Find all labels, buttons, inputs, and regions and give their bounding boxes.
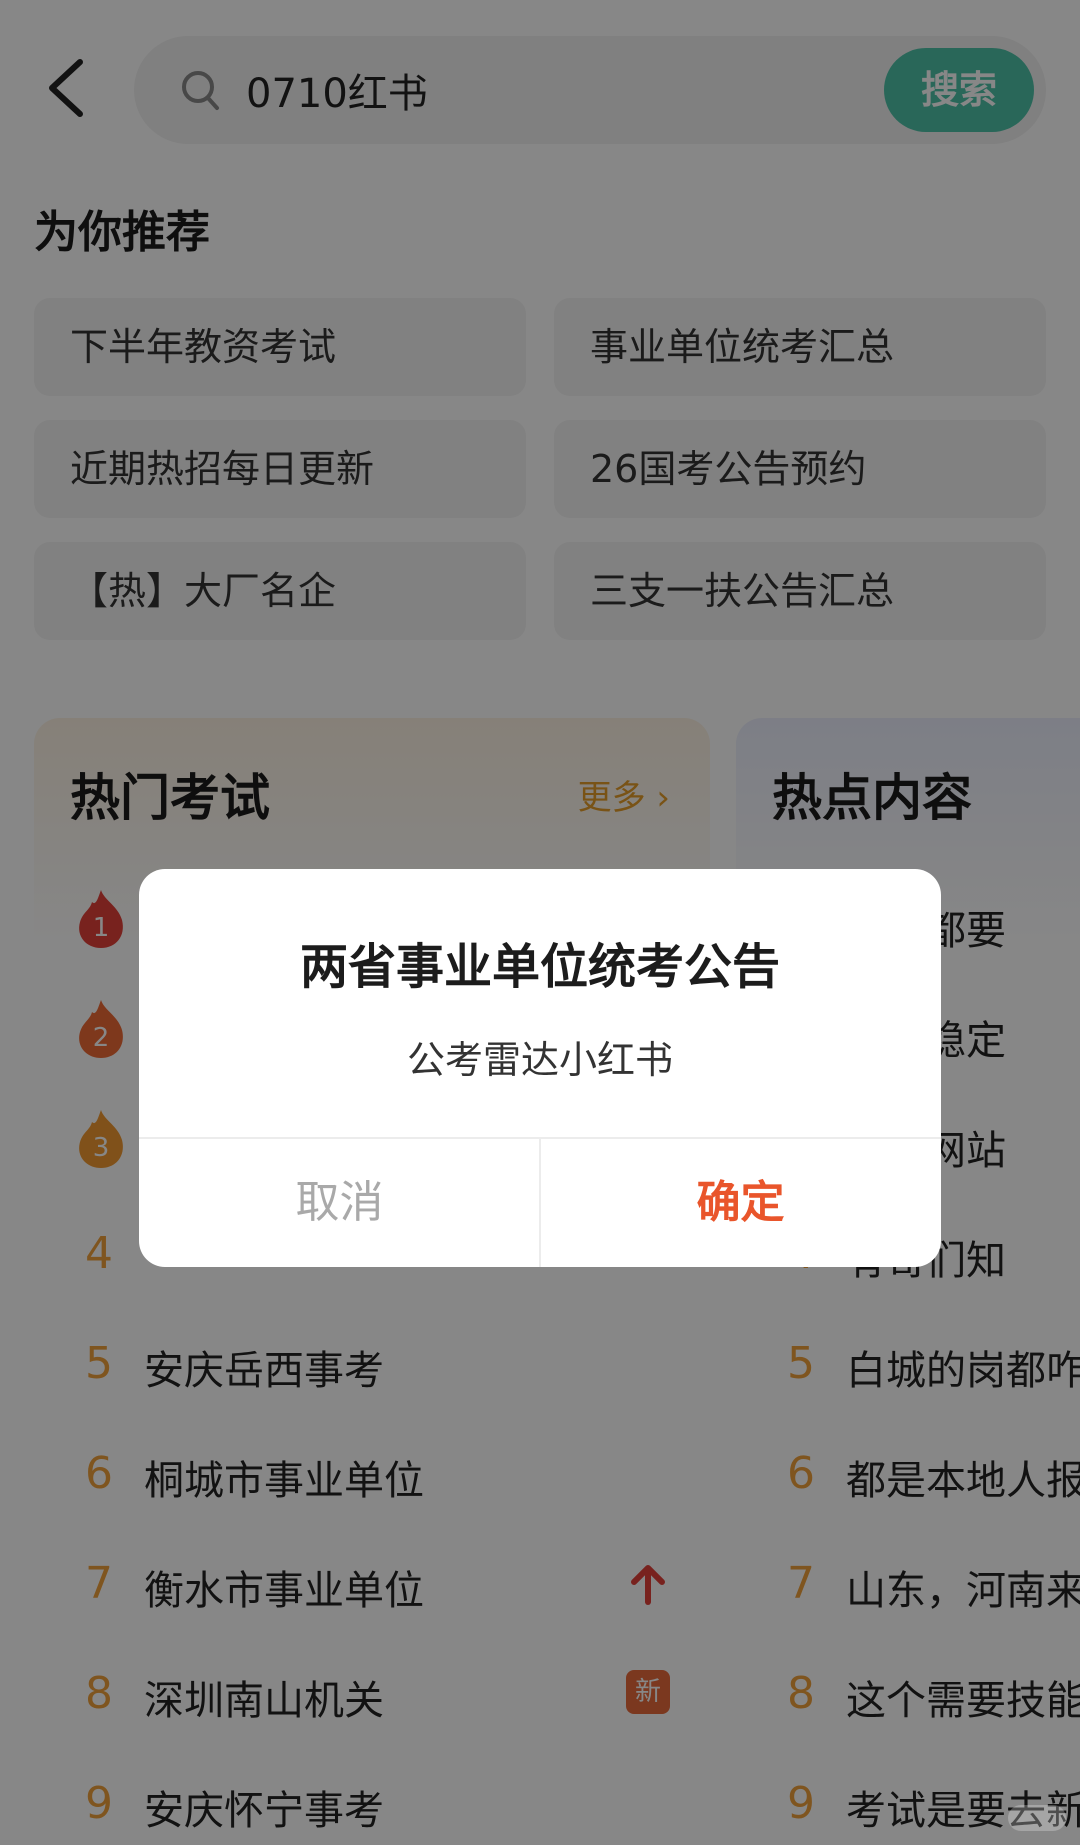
cancel-button[interactable]: 取消: [139, 1139, 540, 1267]
dialog-title: 两省事业单位统考公告: [299, 939, 780, 995]
dialog-message: 公考雷达小红书: [406, 1038, 673, 1082]
watermark-logo: [1008, 1805, 1066, 1831]
search-page: 搜索 为你推荐 下半年教资考试 事业单位统考汇总 近期热招每日更新 26国考公告…: [0, 0, 1080, 1845]
confirm-dialog: 两省事业单位统考公告 公考雷达小红书 取消 确定: [139, 869, 941, 1267]
confirm-button[interactable]: 确定: [540, 1139, 941, 1267]
